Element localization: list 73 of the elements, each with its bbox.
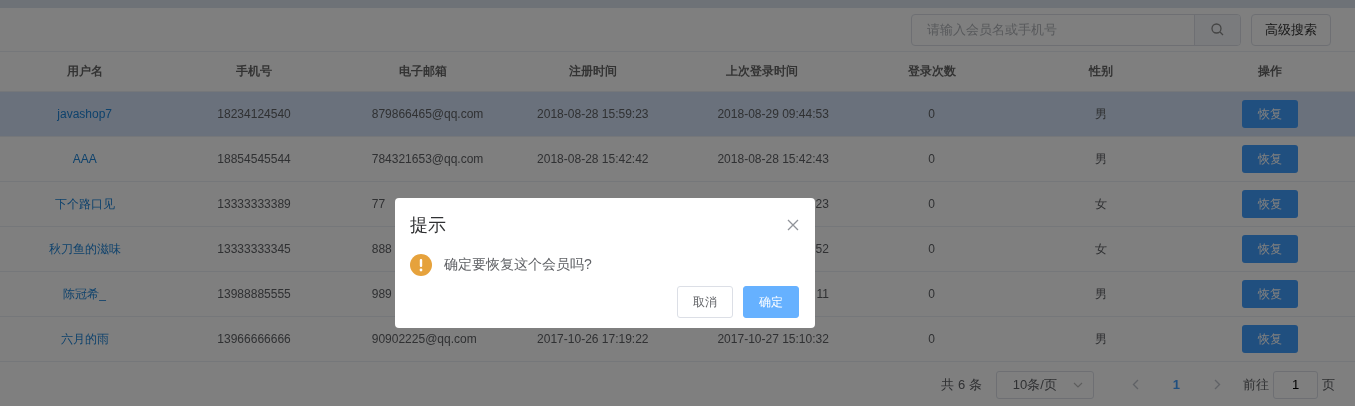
prev-page-icon[interactable]	[1131, 379, 1139, 390]
warning-icon	[410, 254, 432, 276]
restore-button[interactable]: 恢复	[1242, 145, 1299, 173]
column-header: 手机号	[235, 63, 274, 80]
total-count: 共 6 条	[941, 375, 982, 394]
table-cell: 2017-10-26 17:19:22	[537, 332, 649, 346]
cancel-button[interactable]: 取消	[677, 286, 733, 318]
close-icon[interactable]	[787, 219, 799, 231]
table-cell: 0	[928, 152, 935, 166]
table-cell: 女	[1094, 241, 1107, 256]
table-cell: 11	[816, 287, 829, 301]
table-cell: 0	[928, 242, 935, 256]
column-header: 上次登录时间	[725, 63, 800, 80]
table-cell: 0	[928, 332, 935, 346]
table-cell: 879866465@qq.com	[371, 107, 484, 121]
restore-button[interactable]: 恢复	[1242, 280, 1299, 308]
table-cell: 女	[1094, 196, 1107, 211]
table-cell: 13988885555	[217, 287, 291, 301]
username-link[interactable]: AAA	[72, 152, 97, 166]
next-page-icon[interactable]	[1214, 379, 1221, 390]
username-link[interactable]: 下个路口见	[54, 196, 115, 211]
table-cell: 52	[815, 242, 829, 256]
table-cell: 989	[371, 287, 392, 301]
table-cell: 18234124540	[217, 107, 291, 121]
table-cell: 2018-08-28 15:42:43	[717, 152, 829, 166]
goto-label: 前往	[1243, 375, 1269, 394]
column-header: 性别	[1087, 63, 1114, 80]
column-header: 电子邮箱	[398, 63, 449, 80]
table-cell: 男	[1094, 151, 1107, 166]
username-link[interactable]: javashop7	[57, 107, 113, 121]
table-cell: 2018-08-29 09:44:53	[717, 107, 829, 121]
table-cell: 2018-08-28 15:42:42	[537, 152, 649, 166]
table-cell: 77	[371, 197, 386, 211]
restore-button[interactable]: 恢复	[1242, 190, 1299, 218]
page-size-select[interactable]: 10条/页	[995, 370, 1094, 399]
confirm-button[interactable]: 确定	[743, 286, 799, 318]
dialog-message: 确定要恢复这个会员吗?	[444, 256, 592, 274]
page-number[interactable]: 1	[1172, 377, 1180, 392]
table-cell: 2017-10-27 15:10:32	[717, 332, 829, 346]
table-cell: 0	[928, 287, 935, 301]
table-cell: 888	[371, 242, 392, 256]
table-cell: 男	[1094, 106, 1107, 121]
restore-button[interactable]: 恢复	[1242, 100, 1299, 128]
table-row[interactable]: javashop7 18234124540 879866465@qq.com 2018-08-28 15:59:23 2018-08-29 09:44:53 0 男 恢复	[0, 92, 1355, 137]
restore-button[interactable]: 恢复	[1242, 325, 1299, 353]
column-header: 注册时间	[567, 63, 618, 80]
table-cell: 13333333345	[217, 242, 291, 256]
table-cell: 23	[815, 197, 829, 211]
table-row[interactable]: AAA 18854545544 784321653@qq.com 2018-08-28 15:42:42 2018-08-28 15:42:43 0 男 恢复	[0, 137, 1355, 182]
column-header: 登录次数	[906, 63, 957, 80]
table-cell: 0	[928, 107, 935, 121]
restore-button[interactable]: 恢复	[1242, 235, 1299, 263]
table-cell: 男	[1094, 331, 1107, 346]
table-cell: 784321653@qq.com	[371, 152, 484, 166]
column-header: 用户名	[65, 63, 104, 80]
table-cell: 2018-08-28 15:59:23	[537, 107, 649, 121]
table-cell: 0	[928, 197, 935, 211]
table-cell: 男	[1094, 286, 1107, 301]
goto-page-field[interactable]: 1	[1273, 370, 1318, 399]
table-cell: 13333333389	[217, 197, 291, 211]
username-link[interactable]: 陈冠希_	[63, 286, 107, 301]
username-link[interactable]: 六月的雨	[60, 331, 109, 346]
table-cell: 18854545544	[217, 152, 291, 166]
column-header: 操作	[1257, 63, 1284, 80]
search-icon	[1211, 23, 1224, 36]
username-link[interactable]: 秋刀鱼的滋味	[48, 241, 121, 256]
table-cell: 13966666666	[217, 332, 291, 346]
caret-icon	[1072, 381, 1083, 388]
table-cell: 90902225@qq.com	[371, 332, 477, 346]
dialog-title: 提示	[410, 214, 446, 237]
page-suffix: 页	[1322, 375, 1335, 394]
search-button[interactable]	[1194, 14, 1240, 45]
advanced-search-button[interactable]: 高级搜索	[1251, 13, 1331, 46]
